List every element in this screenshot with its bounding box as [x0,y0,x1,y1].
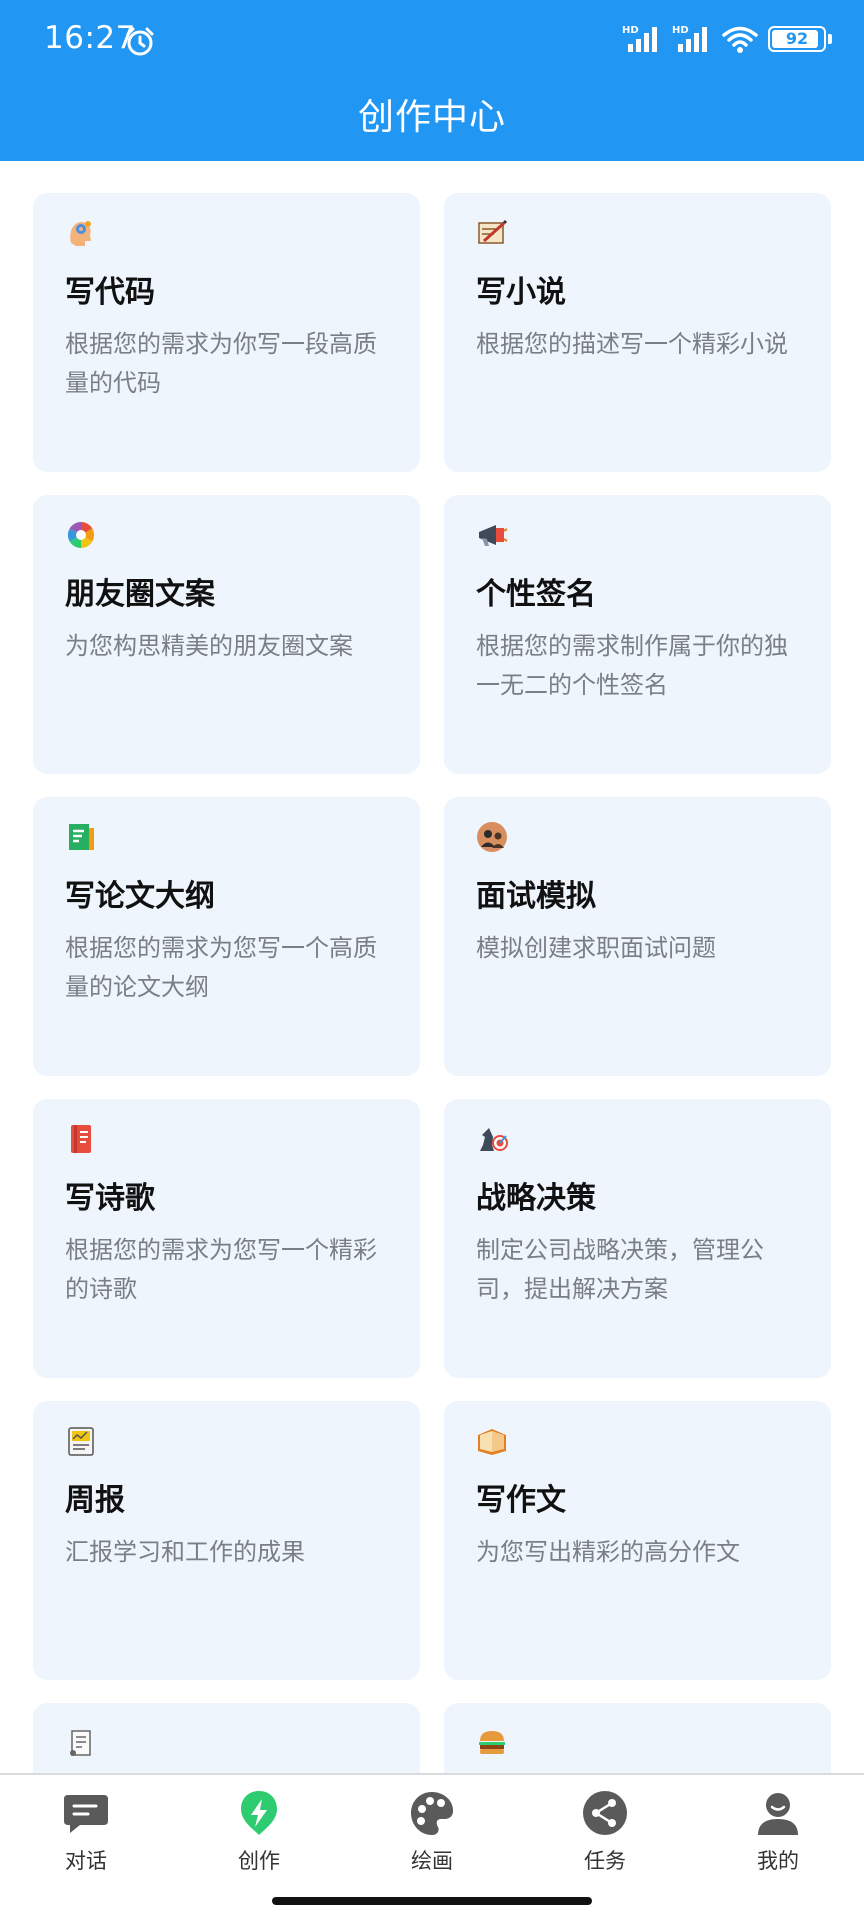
card-signature[interactable]: 个性签名 根据您的需求制作属于你的独一无二的个性签名 [444,495,831,774]
card-weekly-report[interactable]: 周报 汇报学习和工作的成果 [33,1401,420,1680]
chess-target-icon [480,1128,508,1151]
nav-tasks[interactable]: 任务 [545,1789,665,1875]
card-write-poem[interactable]: 写诗歌 根据您的需求为您写一个精彩的诗歌 [33,1099,420,1378]
card-title: 写诗歌 [65,1181,155,1216]
aperture-icon [67,521,95,549]
signal-hd-2-icon: HD [672,25,707,52]
card-write-novel[interactable]: 写小说 根据您的描述写一个精彩小说 [444,193,831,472]
page-title: 创作中心 [357,97,506,138]
nav-label: 我的 [757,1849,799,1873]
home-indicator[interactable] [272,1897,592,1905]
card-title: 朋友圈文案 [65,577,215,612]
battery-level: 92 [785,29,809,48]
card-title: 写代码 [65,275,155,310]
card-description: 制定公司战略决策，管理公司，提出解决方案 [476,1236,764,1303]
nav-label: 创作 [238,1849,280,1873]
status-time: 16:27 [44,20,136,56]
nav-draw[interactable]: 绘画 [372,1789,492,1875]
card-description: 为您构思精美的朋友圈文案 [65,632,353,660]
card-interview-sim[interactable]: 面试模拟 模拟创建求职面试问题 [444,797,831,1076]
card-description: 汇报学习和工作的成果 [65,1538,305,1566]
card-strategy[interactable]: 战略决策 制定公司战略决策，管理公司，提出解决方案 [444,1099,831,1378]
nav-label: 任务 [584,1849,626,1873]
scroll-icon [70,1730,91,1756]
wifi-icon [722,26,758,53]
network-2-label: HD [672,25,689,36]
nav-label: 对话 [65,1849,107,1873]
card-thesis-outline[interactable]: 写论文大纲 根据您的需求为您写一个高质量的论文大纲 [33,797,420,1076]
pen-note-icon [478,219,508,244]
card-moments-copy[interactable]: 朋友圈文案 为您构思精美的朋友圈文案 [33,495,420,774]
card-partial-scroll[interactable] [33,1703,420,1773]
card-description: 根据您的需求制作属于你的独一无二的个性签名 [476,632,788,699]
card-title: 写论文大纲 [65,879,215,914]
signal-hd-1-icon: HD [622,25,657,52]
card-title: 战略决策 [476,1181,596,1216]
brain-gear-icon [70,221,91,246]
alarm-icon [126,27,154,56]
megaphone-icon [479,525,508,546]
network-1-label: HD [622,25,639,36]
share-icon [583,1791,627,1835]
card-title: 面试模拟 [476,879,596,914]
card-description: 根据您的需求为您写一个高质量的论文大纲 [65,934,377,1001]
notebook-icon [71,1125,91,1153]
card-write-code[interactable]: 写代码 根据您的需求为你写一段高质量的代码 [33,193,420,472]
user-icon [758,1793,798,1835]
battery-indicator: 92 [768,26,826,52]
document-icon [69,824,94,850]
header: 16:27 HD HD 92 创作中心 [0,0,864,161]
card-write-essay[interactable]: 写作文 为您写出精彩的高分作文 [444,1401,831,1680]
nav-chat[interactable]: 对话 [26,1789,146,1875]
card-description: 根据您的描述写一个精彩小说 [476,330,788,358]
interview-icon [477,822,507,852]
nav-mine[interactable]: 我的 [718,1789,838,1875]
creation-grid: 写代码 根据您的需求为你写一段高质量的代码 写小说 根据您的描述写一个精彩小说 … [33,193,831,1773]
open-book-icon [478,1429,506,1455]
report-chart-icon [68,1427,94,1456]
card-title: 写小说 [476,275,566,310]
chat-icon [64,1795,108,1833]
card-title: 写作文 [476,1483,566,1518]
palette-icon [411,1792,454,1835]
nav-create[interactable]: 创作 [199,1789,319,1875]
card-description: 根据您的需求为您写一个精彩的诗歌 [65,1236,377,1303]
card-title: 周报 [65,1483,125,1518]
card-title: 个性签名 [476,577,596,612]
card-partial-burger[interactable] [444,1703,831,1773]
nav-label: 绘画 [411,1849,453,1873]
card-description: 模拟创建求职面试问题 [476,934,716,962]
battery-tip [828,34,832,44]
burger-icon [479,1731,505,1754]
card-description: 为您写出精彩的高分作文 [476,1538,740,1566]
card-description: 根据您的需求为你写一段高质量的代码 [65,330,377,397]
lightning-icon [241,1791,277,1835]
status-icons: HD HD 92 [622,24,832,54]
